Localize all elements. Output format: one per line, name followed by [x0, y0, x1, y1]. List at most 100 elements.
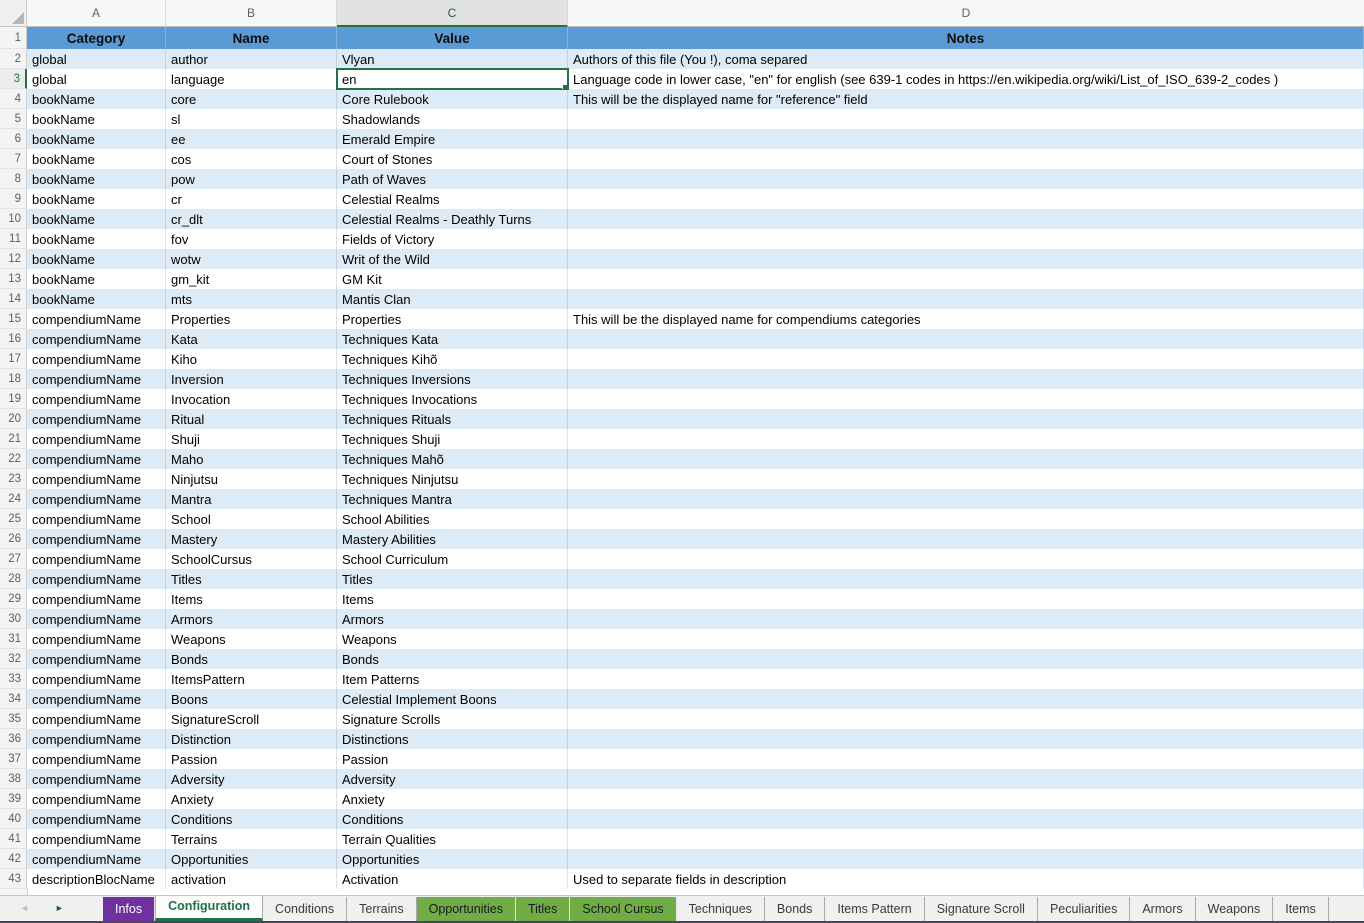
cell-B31[interactable]: Weapons: [166, 629, 337, 649]
cell-A25[interactable]: compendiumName: [27, 509, 166, 529]
cell-D19[interactable]: [568, 389, 1364, 409]
cell-B41[interactable]: Terrains: [166, 829, 337, 849]
cell-D34[interactable]: [568, 689, 1364, 709]
cell-A3[interactable]: global: [27, 69, 166, 89]
cell-B11[interactable]: fov: [166, 229, 337, 249]
cell-C42[interactable]: Opportunities: [337, 849, 568, 869]
cell-A17[interactable]: compendiumName: [27, 349, 166, 369]
cell-C21[interactable]: Techniques Shuji: [337, 429, 568, 449]
cell-D6[interactable]: [568, 129, 1364, 149]
cell-D2[interactable]: Authors of this file (You !), coma separ…: [568, 49, 1364, 69]
column-header-b[interactable]: B: [166, 0, 337, 27]
row-header-2[interactable]: 2: [0, 49, 27, 69]
cell-A23[interactable]: compendiumName: [27, 469, 166, 489]
cell-C23[interactable]: Techniques Ninjutsu: [337, 469, 568, 489]
cell-B13[interactable]: gm_kit: [166, 269, 337, 289]
cell-D40[interactable]: [568, 809, 1364, 829]
cell-D13[interactable]: [568, 269, 1364, 289]
cell-B10[interactable]: cr_dlt: [166, 209, 337, 229]
row-header-22[interactable]: 22: [0, 449, 27, 469]
row-header-31[interactable]: 31: [0, 629, 27, 649]
cell-D4[interactable]: This will be the displayed name for "ref…: [568, 89, 1364, 109]
sheet-tab-conditions[interactable]: Conditions: [263, 897, 347, 921]
cell-B18[interactable]: Inversion: [166, 369, 337, 389]
cell-B33[interactable]: ItemsPattern: [166, 669, 337, 689]
cell-B28[interactable]: Titles: [166, 569, 337, 589]
cell-A33[interactable]: compendiumName: [27, 669, 166, 689]
row-header-16[interactable]: 16: [0, 329, 27, 349]
row-header-23[interactable]: 23: [0, 469, 27, 489]
cell-C5[interactable]: Shadowlands: [337, 109, 568, 129]
cell-C31[interactable]: Weapons: [337, 629, 568, 649]
cell-D35[interactable]: [568, 709, 1364, 729]
column-header-d[interactable]: D: [568, 0, 1364, 27]
cell-B4[interactable]: core: [166, 89, 337, 109]
cell-B37[interactable]: Passion: [166, 749, 337, 769]
sheet-tab-titles[interactable]: Titles: [516, 897, 570, 921]
cell-A19[interactable]: compendiumName: [27, 389, 166, 409]
row-header-36[interactable]: 36: [0, 729, 27, 749]
cell-B23[interactable]: Ninjutsu: [166, 469, 337, 489]
cell-B3[interactable]: language: [166, 69, 337, 89]
cell-A43[interactable]: descriptionBlocName: [27, 869, 166, 889]
cell-D12[interactable]: [568, 249, 1364, 269]
cell-D39[interactable]: [568, 789, 1364, 809]
header-cell-value[interactable]: Value: [337, 27, 568, 49]
row-header-13[interactable]: 13: [0, 269, 27, 289]
cell-A30[interactable]: compendiumName: [27, 609, 166, 629]
cell-B38[interactable]: Adversity: [166, 769, 337, 789]
cell-B19[interactable]: Invocation: [166, 389, 337, 409]
cell-C11[interactable]: Fields of Victory: [337, 229, 568, 249]
row-header-42[interactable]: 42: [0, 849, 27, 869]
cell-D30[interactable]: [568, 609, 1364, 629]
header-cell-name[interactable]: Name: [166, 27, 337, 49]
cell-A24[interactable]: compendiumName: [27, 489, 166, 509]
cell-A6[interactable]: bookName: [27, 129, 166, 149]
cell-C12[interactable]: Writ of the Wild: [337, 249, 568, 269]
cell-A39[interactable]: compendiumName: [27, 789, 166, 809]
sheet-tab-configuration[interactable]: Configuration: [155, 895, 263, 921]
cell-C18[interactable]: Techniques Inversions: [337, 369, 568, 389]
row-header-4[interactable]: 4: [0, 89, 27, 109]
cell-C7[interactable]: Court of Stones: [337, 149, 568, 169]
cell-A5[interactable]: bookName: [27, 109, 166, 129]
cell-B36[interactable]: Distinction: [166, 729, 337, 749]
cell-B32[interactable]: Bonds: [166, 649, 337, 669]
cell-C25[interactable]: School Abilities: [337, 509, 568, 529]
row-header-17[interactable]: 17: [0, 349, 27, 369]
cell-C37[interactable]: Passion: [337, 749, 568, 769]
sheet-tab-infos[interactable]: Infos: [103, 897, 155, 921]
cell-D7[interactable]: [568, 149, 1364, 169]
sheet-tab-terrains[interactable]: Terrains: [347, 897, 416, 921]
cell-D42[interactable]: [568, 849, 1364, 869]
cell-C27[interactable]: School Curriculum: [337, 549, 568, 569]
cell-D9[interactable]: [568, 189, 1364, 209]
cell-A35[interactable]: compendiumName: [27, 709, 166, 729]
cell-B29[interactable]: Items: [166, 589, 337, 609]
cell-D16[interactable]: [568, 329, 1364, 349]
cell-B26[interactable]: Mastery: [166, 529, 337, 549]
tab-scroll-right-icon[interactable]: ►: [55, 904, 64, 913]
cell-C22[interactable]: Techniques Mahõ: [337, 449, 568, 469]
row-header-25[interactable]: 25: [0, 509, 27, 529]
row-header-24[interactable]: 24: [0, 489, 27, 509]
cell-D11[interactable]: [568, 229, 1364, 249]
cell-A26[interactable]: compendiumName: [27, 529, 166, 549]
sheet-tab-peculiarities[interactable]: Peculiarities: [1038, 897, 1130, 921]
row-header-30[interactable]: 30: [0, 609, 27, 629]
row-header-21[interactable]: 21: [0, 429, 27, 449]
cell-A34[interactable]: compendiumName: [27, 689, 166, 709]
cell-D15[interactable]: This will be the displayed name for comp…: [568, 309, 1364, 329]
row-header-38[interactable]: 38: [0, 769, 27, 789]
cell-C19[interactable]: Techniques Invocations: [337, 389, 568, 409]
active-cell-C3[interactable]: en: [337, 69, 568, 89]
cell-A28[interactable]: compendiumName: [27, 569, 166, 589]
cell-A7[interactable]: bookName: [27, 149, 166, 169]
header-cell-notes[interactable]: Notes: [568, 27, 1364, 49]
cell-D25[interactable]: [568, 509, 1364, 529]
sheet-tab-opportunities[interactable]: Opportunities: [417, 897, 516, 921]
cell-C20[interactable]: Techniques Rituals: [337, 409, 568, 429]
cell-C24[interactable]: Techniques Mantra: [337, 489, 568, 509]
cell-D28[interactable]: [568, 569, 1364, 589]
cell-D27[interactable]: [568, 549, 1364, 569]
